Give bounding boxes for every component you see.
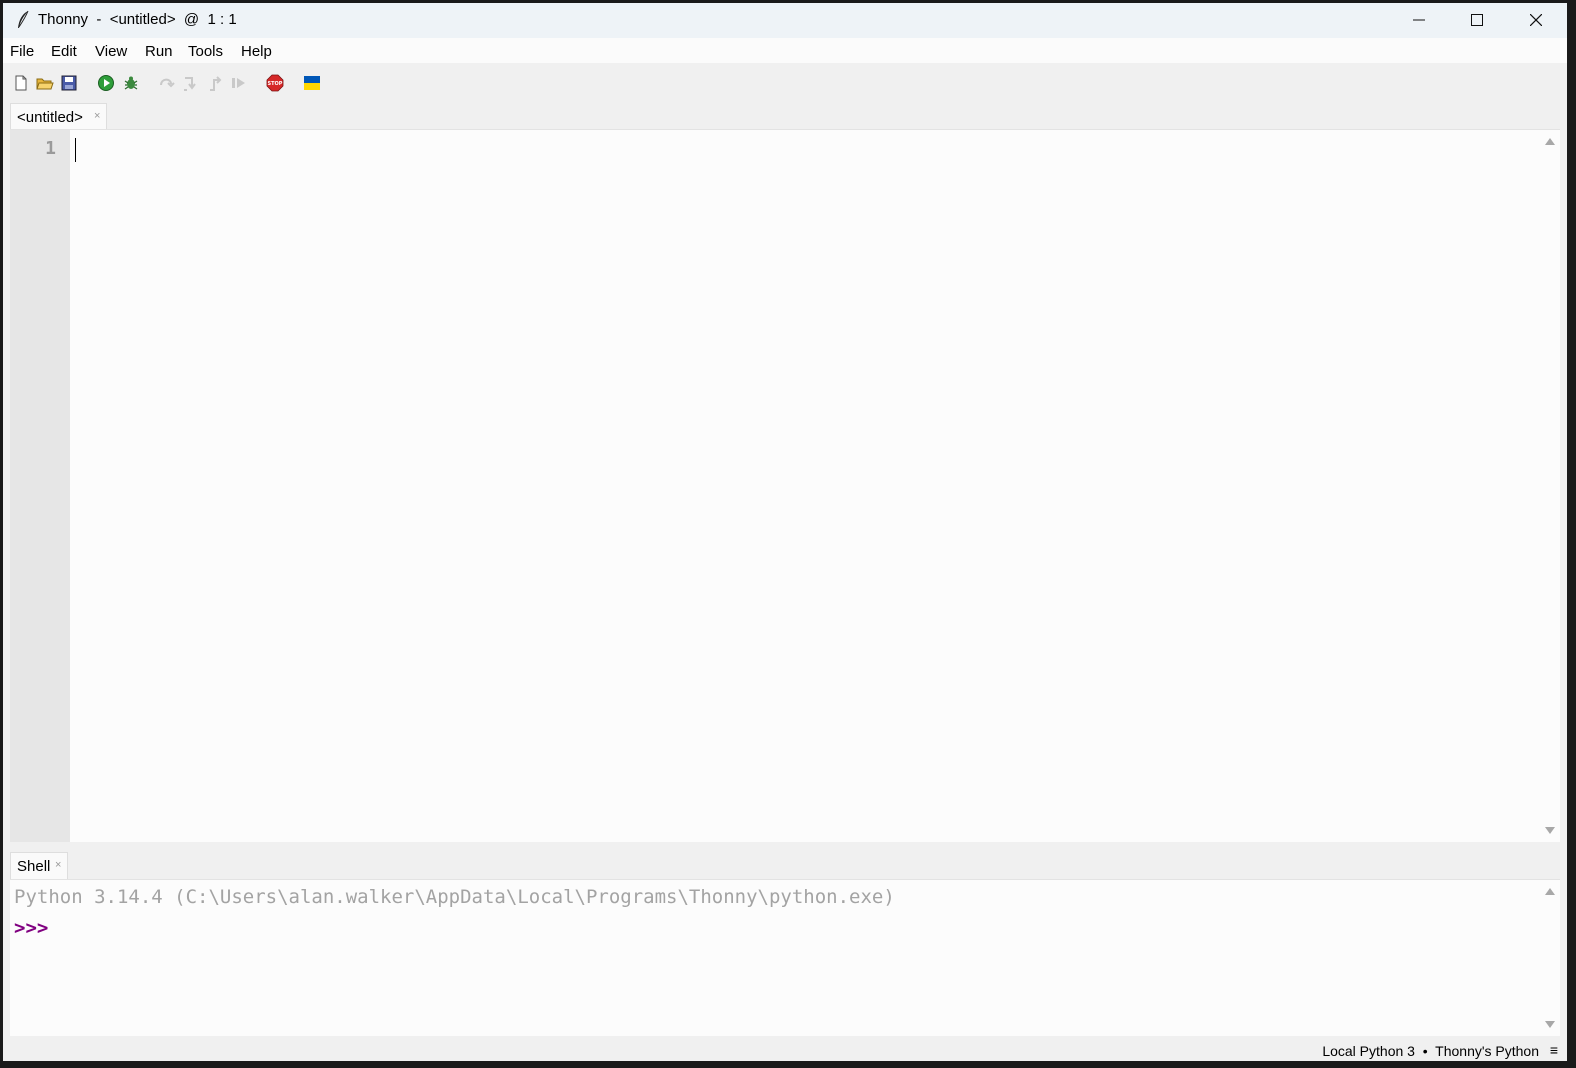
tab-close-icon[interactable]: × (55, 859, 61, 871)
tab-label: <untitled> (17, 109, 83, 126)
shell-prompt: >>> (14, 917, 49, 939)
shell-scrollbar[interactable] (1540, 880, 1560, 1036)
tab-label: Shell (17, 858, 51, 875)
resume-icon[interactable] (230, 74, 248, 92)
window-title: Thonny - <untitled> @ 1 : 1 (38, 11, 237, 28)
scroll-down-icon[interactable] (1545, 1021, 1555, 1028)
stop-icon[interactable]: STOP (266, 74, 284, 92)
step-out-icon[interactable] (206, 74, 224, 92)
title-bar: Thonny - <untitled> @ 1 : 1 (3, 3, 1567, 38)
new-file-icon[interactable] (12, 74, 30, 92)
scroll-up-icon[interactable] (1545, 138, 1555, 145)
thonny-window: Thonny - <untitled> @ 1 : 1 File Edit Vi… (3, 3, 1567, 1061)
maximize-icon (1471, 14, 1483, 26)
line-number: 1 (45, 138, 56, 159)
menu-tools[interactable]: Tools (188, 43, 223, 60)
scroll-down-icon[interactable] (1545, 827, 1555, 834)
menu-view[interactable]: View (95, 43, 127, 60)
thonny-feather-icon (18, 10, 29, 28)
menu-bar: File Edit View Run Tools Help (3, 38, 1567, 63)
save-icon[interactable] (60, 74, 78, 92)
code-editor[interactable]: 1 (10, 129, 1560, 842)
minimize-button[interactable] (1391, 3, 1449, 38)
hamburger-menu-icon[interactable]: ≡ (1550, 1042, 1558, 1058)
scroll-up-icon[interactable] (1545, 888, 1555, 895)
tab-shell[interactable]: Shell × (10, 852, 68, 879)
close-icon (1530, 14, 1542, 26)
interpreter-selector[interactable]: Local Python 3 • Thonny's Python (1322, 1043, 1539, 1059)
menu-run[interactable]: Run (145, 43, 173, 60)
editor-tab-bar: <untitled> × (10, 103, 1560, 129)
maximize-button[interactable] (1449, 3, 1507, 38)
tab-close-icon[interactable]: × (94, 110, 100, 122)
tab-untitled[interactable]: <untitled> × (10, 103, 107, 129)
editor-scrollbar[interactable] (1540, 130, 1560, 842)
shell-tab-bar: Shell × (10, 852, 1560, 879)
shell-banner: Python 3.14.4 (C:\Users\alan.walker\AppD… (14, 886, 895, 908)
menu-file[interactable]: File (10, 43, 34, 60)
menu-edit[interactable]: Edit (51, 43, 77, 60)
close-button[interactable] (1508, 3, 1566, 38)
svg-text:STOP: STOP (268, 81, 283, 87)
step-into-icon[interactable] (182, 74, 200, 92)
status-bar: Local Python 3 • Thonny's Python ≡ (3, 1039, 1567, 1061)
toolbar: STOP (3, 63, 1567, 103)
minimize-icon (1413, 19, 1425, 21)
open-folder-icon[interactable] (36, 74, 54, 92)
text-cursor (75, 138, 76, 162)
step-over-icon[interactable] (158, 74, 176, 92)
debug-bug-icon[interactable] (122, 74, 140, 92)
menu-help[interactable]: Help (241, 43, 272, 60)
ukraine-flag-icon[interactable] (303, 74, 321, 92)
line-number-gutter: 1 (10, 130, 70, 842)
python-shell[interactable]: Python 3.14.4 (C:\Users\alan.walker\AppD… (10, 879, 1560, 1036)
run-icon[interactable] (97, 74, 115, 92)
